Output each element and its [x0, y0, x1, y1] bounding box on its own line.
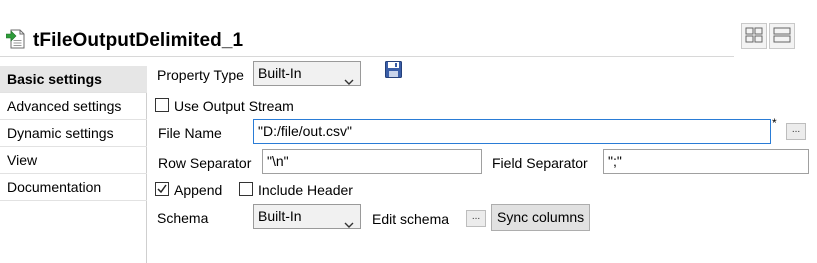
edit-schema-button[interactable]: ...	[466, 210, 486, 227]
component-title: tFileOutputDelimited_1	[33, 30, 244, 51]
chevron-down-icon	[344, 70, 354, 85]
file-output-delimited-icon	[5, 28, 26, 50]
field-separator-label: Field Separator	[492, 155, 588, 171]
include-header-checkbox[interactable]	[239, 182, 253, 196]
settings-sidebar: Basic settings Advanced settings Dynamic…	[0, 66, 147, 263]
schema-value: Built-In	[258, 208, 302, 224]
grid-layout-button[interactable]	[741, 23, 767, 49]
sidebar-item-dynamic-settings[interactable]: Dynamic settings	[0, 120, 147, 147]
property-type-value: Built-In	[258, 65, 302, 81]
property-type-label: Property Type	[157, 67, 244, 83]
schema-select[interactable]: Built-In	[253, 204, 361, 229]
list-layout-button[interactable]	[769, 23, 795, 49]
required-marker: *	[772, 116, 777, 130]
append-checkbox[interactable]	[155, 182, 169, 196]
title-divider	[0, 56, 734, 57]
use-output-stream-label: Use Output Stream	[174, 98, 294, 114]
file-name-input[interactable]: "D:/file/out.csv"	[253, 119, 771, 144]
chevron-down-icon	[344, 213, 354, 228]
file-browse-button[interactable]: ...	[786, 123, 806, 140]
use-output-stream-checkbox[interactable]	[155, 98, 169, 112]
property-type-select[interactable]: Built-In	[253, 61, 361, 86]
sidebar-item-advanced-settings[interactable]: Advanced settings	[0, 93, 147, 120]
include-header-label: Include Header	[258, 182, 353, 198]
sync-columns-button[interactable]: Sync columns	[491, 204, 591, 231]
sidebar-item-view[interactable]: View	[0, 147, 147, 174]
list-layout-icon	[773, 27, 791, 46]
sidebar-item-basic-settings[interactable]: Basic settings	[0, 66, 147, 93]
grid-layout-icon	[745, 27, 763, 46]
append-label: Append	[174, 182, 223, 198]
row-separator-input[interactable]: "\n"	[262, 149, 482, 174]
sidebar-item-documentation[interactable]: Documentation	[0, 174, 147, 201]
save-icon[interactable]	[385, 61, 402, 78]
edit-schema-label: Edit schema	[372, 211, 450, 227]
row-separator-label: Row Separator	[158, 155, 252, 171]
file-name-label: File Name	[158, 125, 222, 141]
field-separator-input[interactable]: ";"	[603, 149, 809, 174]
schema-label: Schema	[157, 210, 209, 226]
